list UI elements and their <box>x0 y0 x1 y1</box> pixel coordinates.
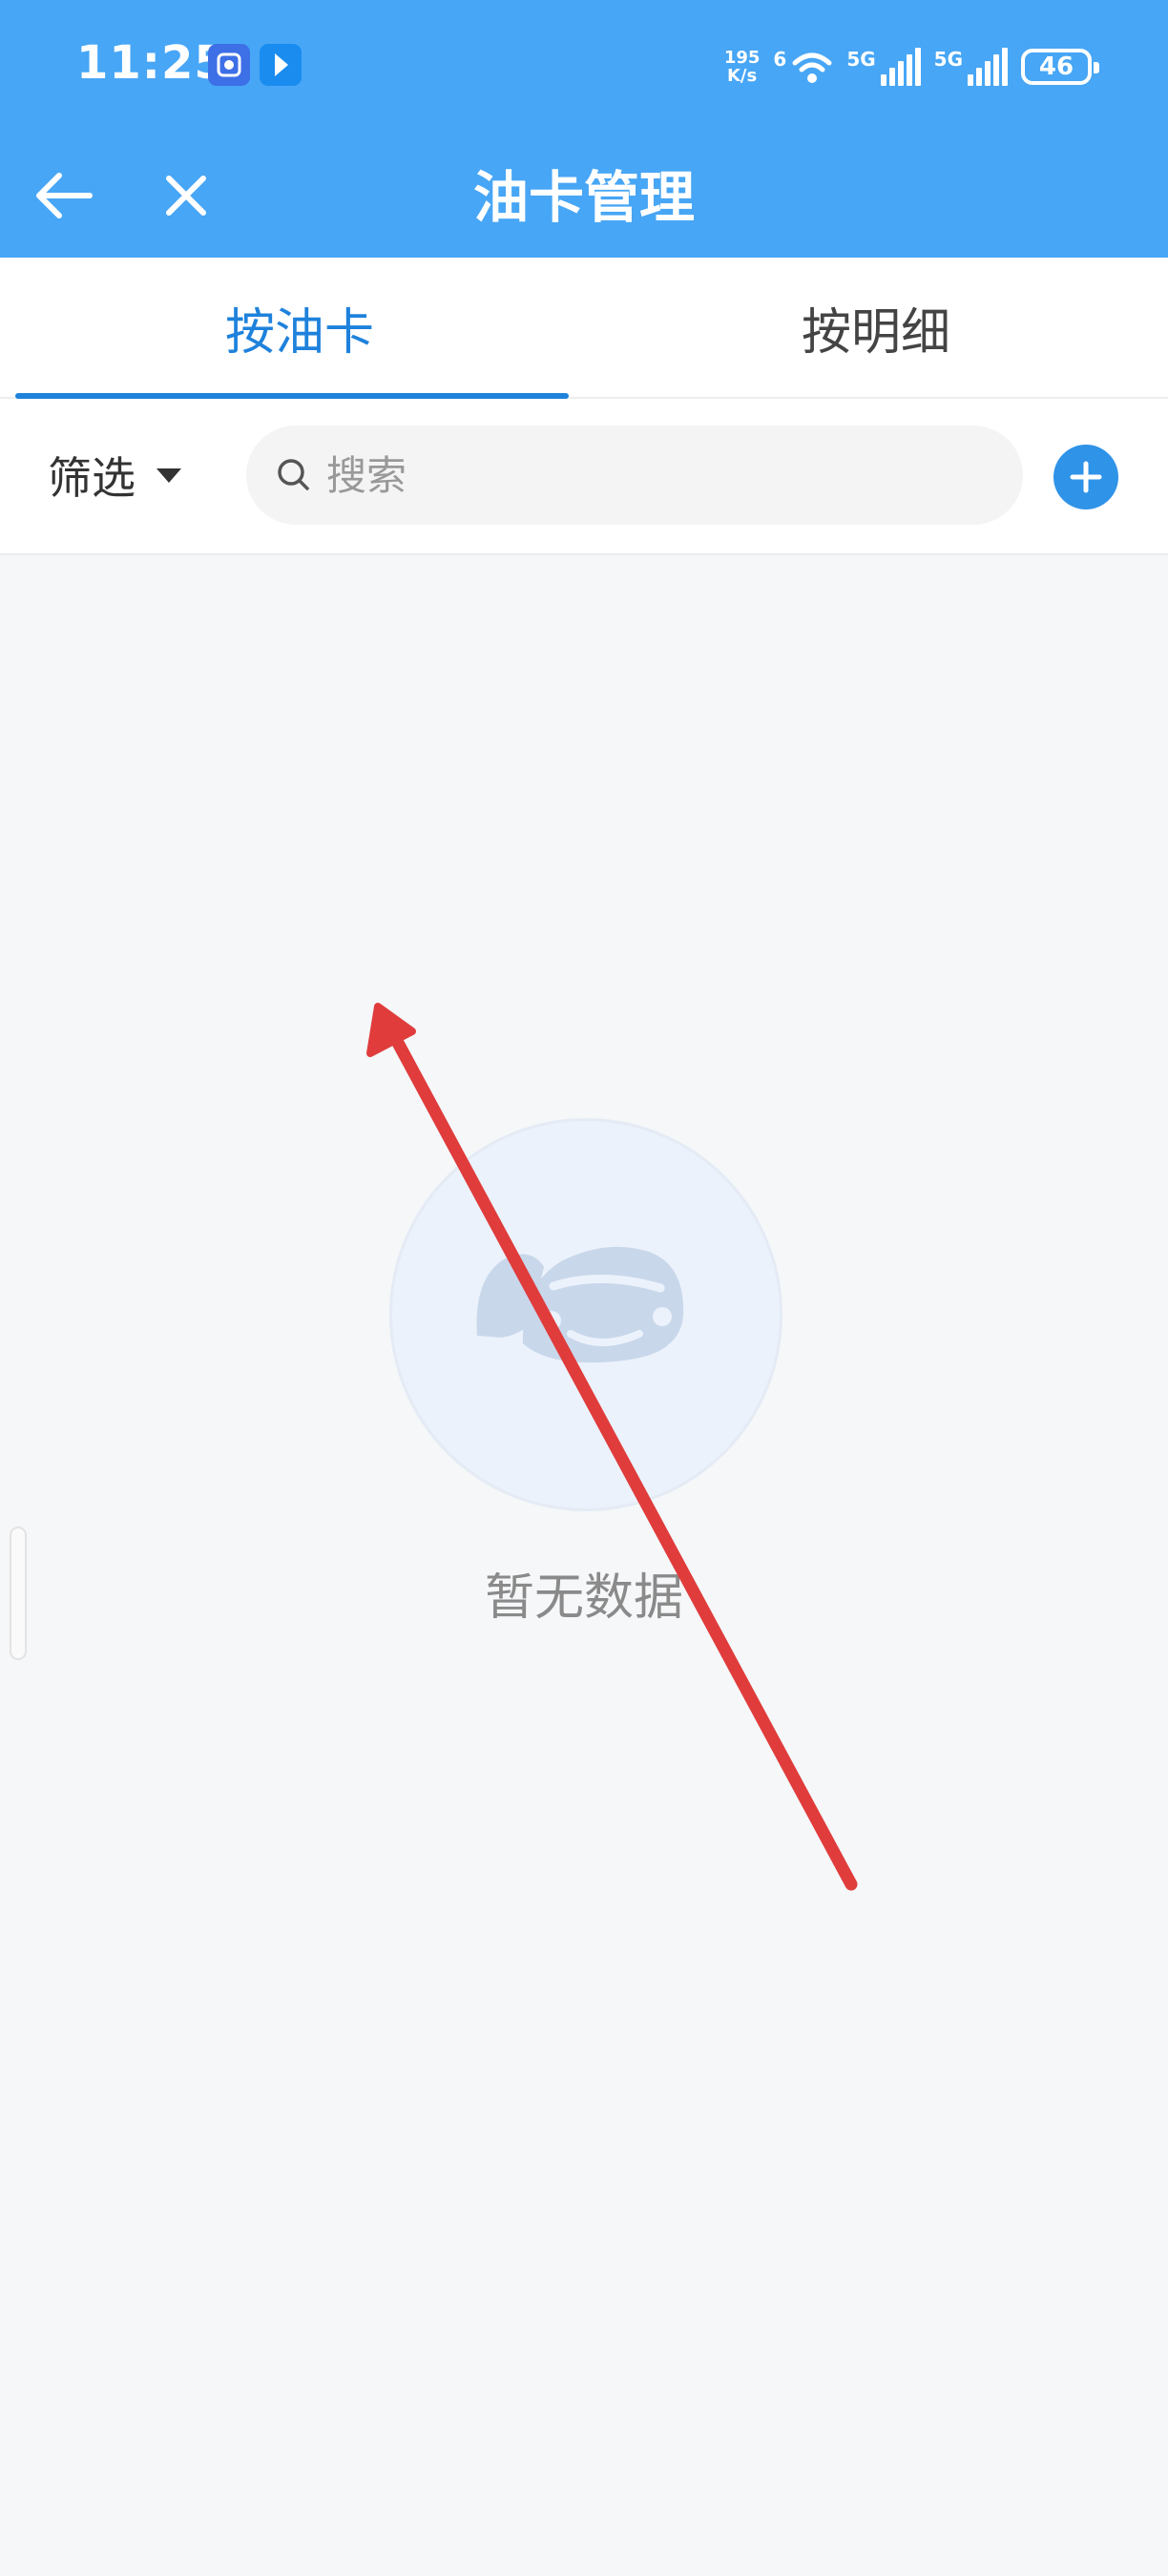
empty-state-message: 暂无数据 <box>484 1569 683 1627</box>
status-indicators: 195 K/s 6 5G 5G 46 <box>723 40 1099 93</box>
search-box[interactable] <box>246 426 1023 525</box>
app-header: 11:25 195 K/s 6 5G 5G 46 油卡管理 <box>0 0 1168 258</box>
battery-level: 46 <box>1038 52 1074 81</box>
network-speed: 195 K/s <box>723 48 761 86</box>
tab-bar: 按油卡 按明细 <box>0 258 1168 399</box>
notification-app-icon-2 <box>260 44 302 86</box>
add-button[interactable] <box>1053 445 1118 509</box>
search-icon <box>278 459 309 490</box>
signal-5g-icon-2: 5G <box>934 48 1008 86</box>
filter-dropdown[interactable]: 筛选 <box>48 447 181 504</box>
tab-by-oil-card[interactable]: 按油卡 <box>15 258 584 397</box>
caret-down-icon <box>156 467 181 483</box>
signal-5g-icon: 5G <box>846 48 921 86</box>
page-title: 油卡管理 <box>472 165 695 230</box>
battery-icon: 46 <box>1021 49 1099 85</box>
side-drag-handle[interactable] <box>10 1527 27 1660</box>
status-time: 11:25 <box>76 36 227 90</box>
search-input[interactable] <box>326 451 937 499</box>
tab-by-details[interactable]: 按明细 <box>592 258 1160 397</box>
filter-label: 筛选 <box>48 452 136 504</box>
filter-search-bar: 筛选 <box>0 399 1168 555</box>
plus-circle-icon <box>1070 461 1102 493</box>
wifi-icon: 6 <box>773 48 833 86</box>
notification-app-icon <box>208 44 250 86</box>
empty-state-illustration <box>389 1118 782 1511</box>
car-icon <box>476 1246 684 1363</box>
